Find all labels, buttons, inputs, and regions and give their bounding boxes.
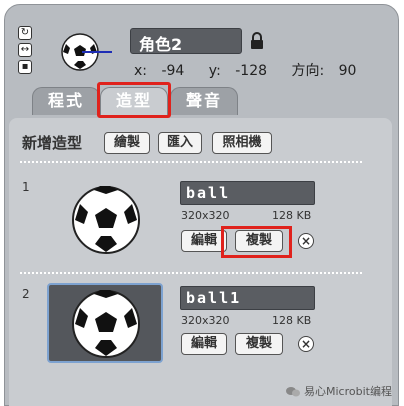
delete-icon[interactable]: × [298, 336, 314, 352]
divider [20, 272, 362, 274]
costume-name-field[interactable]: ball [180, 181, 315, 205]
tab-scripts[interactable]: 程式 [32, 87, 100, 115]
rotation-style-icons: ↻ ↔ ▪ [18, 26, 32, 77]
wechat-icon [286, 387, 300, 397]
watermark: 易心Microbit编程 [286, 383, 392, 399]
sprite-name-field[interactable]: 角色2 [130, 28, 242, 54]
new-costume-label: 新增造型 [22, 134, 83, 152]
edit-button[interactable]: 編輯 [181, 333, 227, 355]
x-value: -94 [161, 63, 185, 79]
direction-indicator [82, 51, 112, 53]
copy-button[interactable]: 複製 [235, 333, 283, 355]
costume-name-field[interactable]: ball1 [180, 286, 315, 310]
paint-button[interactable]: 繪製 [104, 132, 150, 154]
lock-icon[interactable] [250, 32, 264, 50]
no-rotate-icon[interactable]: ▪ [18, 60, 32, 74]
costume-index: 2 [22, 287, 30, 301]
y-label: y: [208, 63, 221, 79]
import-button[interactable]: 匯入 [158, 132, 202, 154]
direction-value: 90 [338, 63, 357, 79]
costume-thumbnail-ball[interactable] [70, 184, 142, 256]
watermark-text: 易心Microbit编程 [304, 385, 392, 398]
rotate-icon[interactable]: ↻ [18, 26, 32, 40]
camera-button[interactable]: 照相機 [212, 132, 272, 154]
costumes-tab-highlight [97, 82, 171, 118]
tab-sounds[interactable]: 聲音 [170, 87, 238, 115]
sprite-coordinates: x: -94 y: -128 方向: 90 [134, 60, 376, 80]
costume-index: 1 [22, 180, 30, 194]
costume-bytes: 128 KB [272, 209, 312, 222]
y-value: -128 [235, 63, 268, 79]
flip-icon[interactable]: ↔ [18, 43, 32, 57]
delete-icon[interactable]: × [298, 233, 314, 249]
copy-button-highlight [221, 226, 292, 258]
costume-bytes: 128 KB [272, 314, 312, 327]
x-label: x: [134, 63, 148, 79]
costume-size: 320x320 [181, 314, 230, 327]
costume-size: 320x320 [181, 209, 230, 222]
direction-label: 方向: [291, 63, 325, 79]
costume-thumbnail-ball1[interactable] [70, 288, 142, 360]
divider [20, 161, 362, 163]
